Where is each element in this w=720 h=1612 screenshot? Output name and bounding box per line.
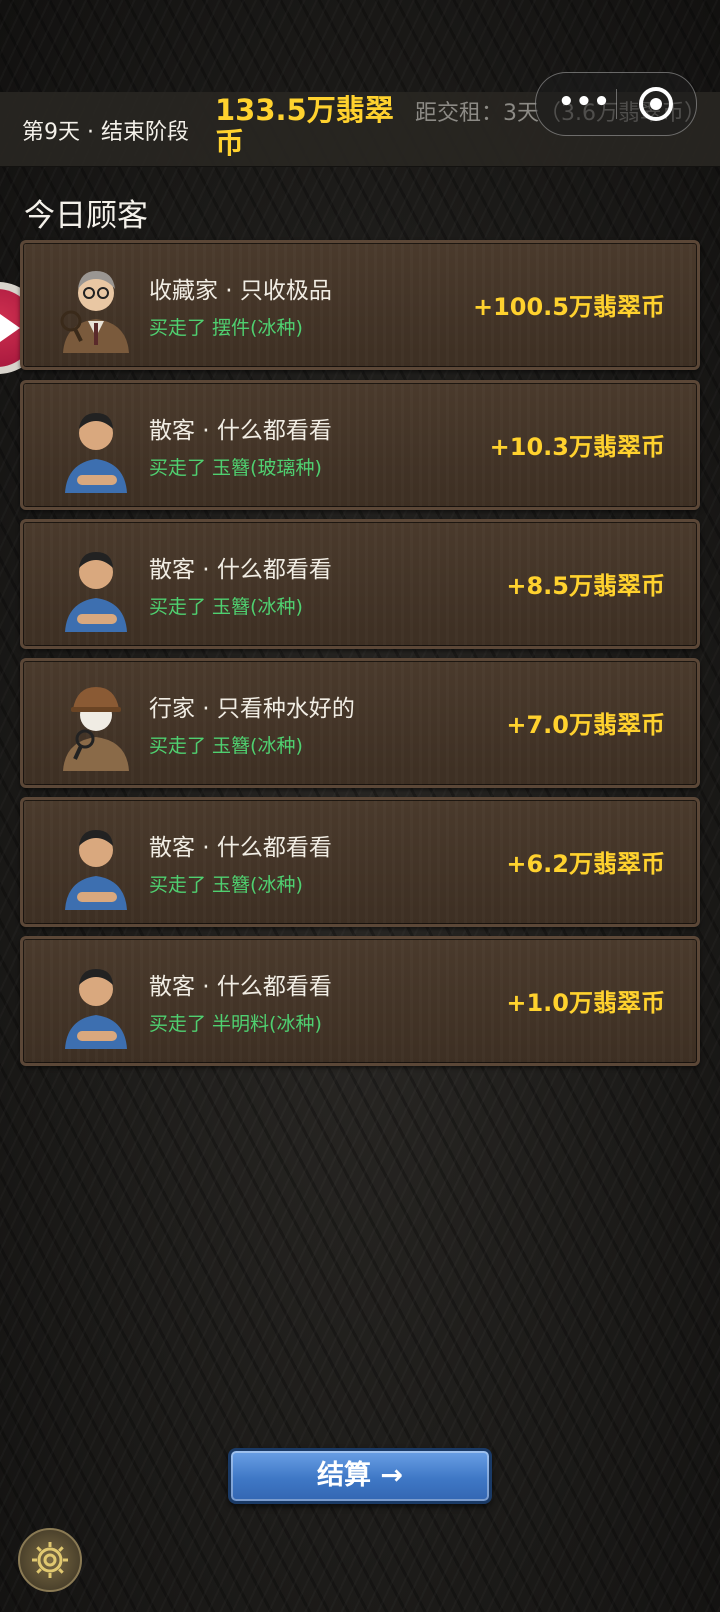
customer-card: 行家 · 只看种水好的 买走了 玉簪(冰种) +7.0万翡翠币 <box>20 658 700 788</box>
sale-amount: +10.3万翡翠币 <box>489 433 665 461</box>
purchase-info: 买走了 玉簪(玻璃种) <box>149 457 322 479</box>
expert-avatar <box>63 687 129 771</box>
purchase-info: 买走了 摆件(冰种) <box>149 317 303 339</box>
casual-customer-avatar <box>65 552 127 632</box>
customer-name: 散客 · 什么都看看 <box>149 557 332 583</box>
capsule-divider <box>616 89 617 119</box>
customer-name: 行家 · 只看种水好的 <box>149 696 355 722</box>
sale-amount: +8.5万翡翠币 <box>506 572 665 600</box>
more-dots-icon[interactable]: ••• <box>558 89 610 117</box>
customer-card: 散客 · 什么都看看 买走了 半明料(冰种) +1.0万翡翠币 <box>20 936 700 1066</box>
customer-card: 收藏家 · 只收极品 买走了 摆件(冰种) +100.5万翡翠币 <box>20 240 700 370</box>
sale-amount: +100.5万翡翠币 <box>472 293 665 321</box>
customer-name: 散客 · 什么都看看 <box>149 835 332 861</box>
sale-amount: +6.2万翡翠币 <box>506 850 665 878</box>
customer-name: 散客 · 什么都看看 <box>149 418 332 444</box>
miniprogram-capsule: ••• <box>535 72 697 136</box>
casual-customer-avatar <box>65 830 127 910</box>
settle-button[interactable]: 结算 → <box>228 1448 492 1504</box>
casual-customer-avatar <box>65 413 127 493</box>
purchase-info: 买走了 玉簪(冰种) <box>149 735 303 757</box>
customer-card: 散客 · 什么都看看 买走了 玉簪(玻璃种) +10.3万翡翠币 <box>20 380 700 510</box>
gear-icon[interactable] <box>18 1528 82 1592</box>
customer-name: 收藏家 · 只收极品 <box>149 278 332 304</box>
customer-card: 散客 · 什么都看看 买走了 玉簪(冰种) +6.2万翡翠币 <box>20 797 700 927</box>
customer-card: 散客 · 什么都看看 买走了 玉簪(冰种) +8.5万翡翠币 <box>20 519 700 649</box>
money-total: 133.5万翡翠币 <box>215 93 394 160</box>
purchase-info: 买走了 半明料(冰种) <box>149 1013 322 1035</box>
customer-name: 散客 · 什么都看看 <box>149 974 332 1000</box>
section-title: 今日顾客 <box>24 198 148 234</box>
purchase-info: 买走了 玉簪(冰种) <box>149 874 303 896</box>
casual-customer-avatar <box>65 969 127 1049</box>
day-stage: 第9天 · 结束阶段 <box>22 120 189 145</box>
purchase-info: 买走了 玉簪(冰种) <box>149 596 303 618</box>
target-icon[interactable] <box>639 87 673 121</box>
collector-avatar <box>60 271 129 353</box>
sale-amount: +7.0万翡翠币 <box>506 711 665 739</box>
sale-amount: +1.0万翡翠币 <box>506 989 665 1017</box>
